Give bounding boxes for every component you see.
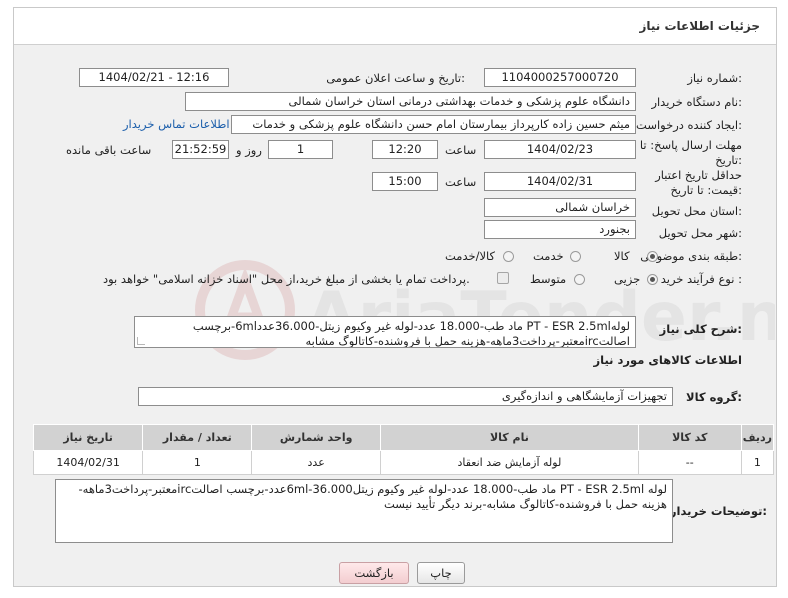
need-number-field: 1104000257000720 [484, 68, 636, 87]
days-label: روز و [236, 143, 262, 157]
purchase-process-label: نوع فرآیند خرید : [660, 272, 742, 286]
delivery-city-field: بجنورد [484, 220, 636, 239]
reply-time-label: ساعت [445, 143, 477, 157]
col-code: کد کالا [637, 424, 742, 451]
resize-grip-icon[interactable] [137, 337, 145, 345]
price-validity-date: 1404/02/31 [484, 172, 636, 191]
reply-deadline-date: 1404/02/23 [484, 140, 636, 159]
cell-unit: عدد [251, 450, 381, 475]
cell-name: لوله آزمایش ضد انعقاد [379, 450, 639, 475]
buyer-notes-label: توضیحات خریدار: [669, 504, 767, 518]
cell-date: 1404/02/31 [32, 450, 144, 475]
buyer-org-label: نام دستگاه خریدار: [651, 95, 742, 109]
goods-group-label: گروه کالا: [686, 390, 742, 404]
cell-code: -- [637, 450, 742, 475]
price-time-label: ساعت [445, 175, 477, 189]
col-row: ردیف [740, 424, 775, 451]
announce-datetime-label: تاریخ و ساعت اعلان عمومی: [326, 71, 465, 85]
process-radio-medium[interactable] [574, 274, 585, 285]
table-header-row: ردیف کد کالا نام کالا واحد شمارش تعداد /… [32, 424, 775, 451]
delivery-city-label: شهر محل تحویل: [658, 226, 742, 240]
items-section-title: اطلاعات کالاهای مورد نیاز [593, 353, 742, 367]
remaining-label: ساعت باقی مانده [66, 143, 152, 157]
category-option-service: خدمت [533, 249, 564, 263]
treasury-payment-note: پرداخت تمام یا بخشی از مبلغ خرید،از محل … [103, 272, 470, 286]
delivery-province-field: خراسان شمالی [484, 198, 636, 217]
reply-deadline-time: 12:20 [372, 140, 438, 159]
remaining-time-field: 21:52:59 [172, 140, 229, 159]
buyer-notes-textarea[interactable]: لوله PT - ESR 2.5ml ماد طب-18.000 عدد-لو… [55, 479, 673, 543]
requester-label: ایجاد کننده درخواست: [636, 118, 742, 132]
description-textarea[interactable]: لولهPT - ESR 2.5ml ماد طب-18.000 عدد-لول… [134, 316, 636, 348]
announce-datetime-field: 1404/02/21 - 12:16 [79, 68, 229, 87]
cell-row: 1 [740, 450, 775, 475]
col-qty: تعداد / مقدار [142, 424, 253, 451]
price-validity-time: 15:00 [372, 172, 438, 191]
description-text: لولهPT - ESR 2.5ml ماد طب-18.000 عدد-لول… [192, 319, 630, 348]
process-radio-minor[interactable] [647, 274, 658, 285]
treasury-payment-checkbox[interactable] [497, 272, 509, 284]
col-date: تاریخ نیاز [32, 424, 144, 451]
category-radio-goods[interactable] [647, 251, 658, 262]
table-row[interactable]: 1 -- لوله آزمایش ضد انعقاد عدد 1 1404/02… [32, 450, 775, 475]
print-button[interactable]: چاپ [417, 562, 465, 584]
cell-qty: 1 [142, 450, 253, 475]
process-option-minor: جزیی [614, 272, 641, 286]
col-unit: واحد شمارش [251, 424, 381, 451]
description-label: شرح کلی نیاز: [659, 322, 742, 336]
buyer-contact-link[interactable]: اطلاعات تماس خریدار [123, 117, 230, 131]
price-validity-label: حداقل تاریخ اعتبار قیمت: تا تاریخ: [655, 168, 742, 197]
reply-days-field: 1 [268, 140, 333, 159]
reply-deadline-label: مهلت ارسال پاسخ: تا تاریخ: [639, 138, 742, 167]
items-table: ردیف کد کالا نام کالا واحد شمارش تعداد /… [32, 424, 775, 475]
category-radio-goods-service[interactable] [503, 251, 514, 262]
col-name: نام کالا [379, 424, 639, 451]
buyer-org-field: دانشگاه علوم پزشکی و خدمات بهداشتی درمان… [185, 92, 636, 111]
category-option-goods-service: کالا/خدمت [445, 249, 496, 263]
process-option-medium: متوسط [530, 272, 567, 286]
delivery-province-label: استان محل تحویل: [651, 204, 742, 218]
buyer-notes-text: لوله PT - ESR 2.5ml ماد طب-18.000 عدد-لو… [78, 482, 667, 511]
panel-header: جزئیات اطلاعات نیاز [14, 8, 776, 45]
need-number-label: شماره نیاز: [687, 71, 742, 85]
requester-field: میثم حسین زاده کارپرداز بیمارستان امام ح… [231, 115, 636, 134]
category-radio-service[interactable] [570, 251, 581, 262]
goods-group-field: تجهیزات آزمایشگاهی و اندازه‌گیری [138, 387, 673, 406]
category-option-goods: کالا [614, 249, 630, 263]
back-button[interactable]: بازگشت [339, 562, 409, 584]
page-title: جزئیات اطلاعات نیاز [639, 19, 760, 33]
